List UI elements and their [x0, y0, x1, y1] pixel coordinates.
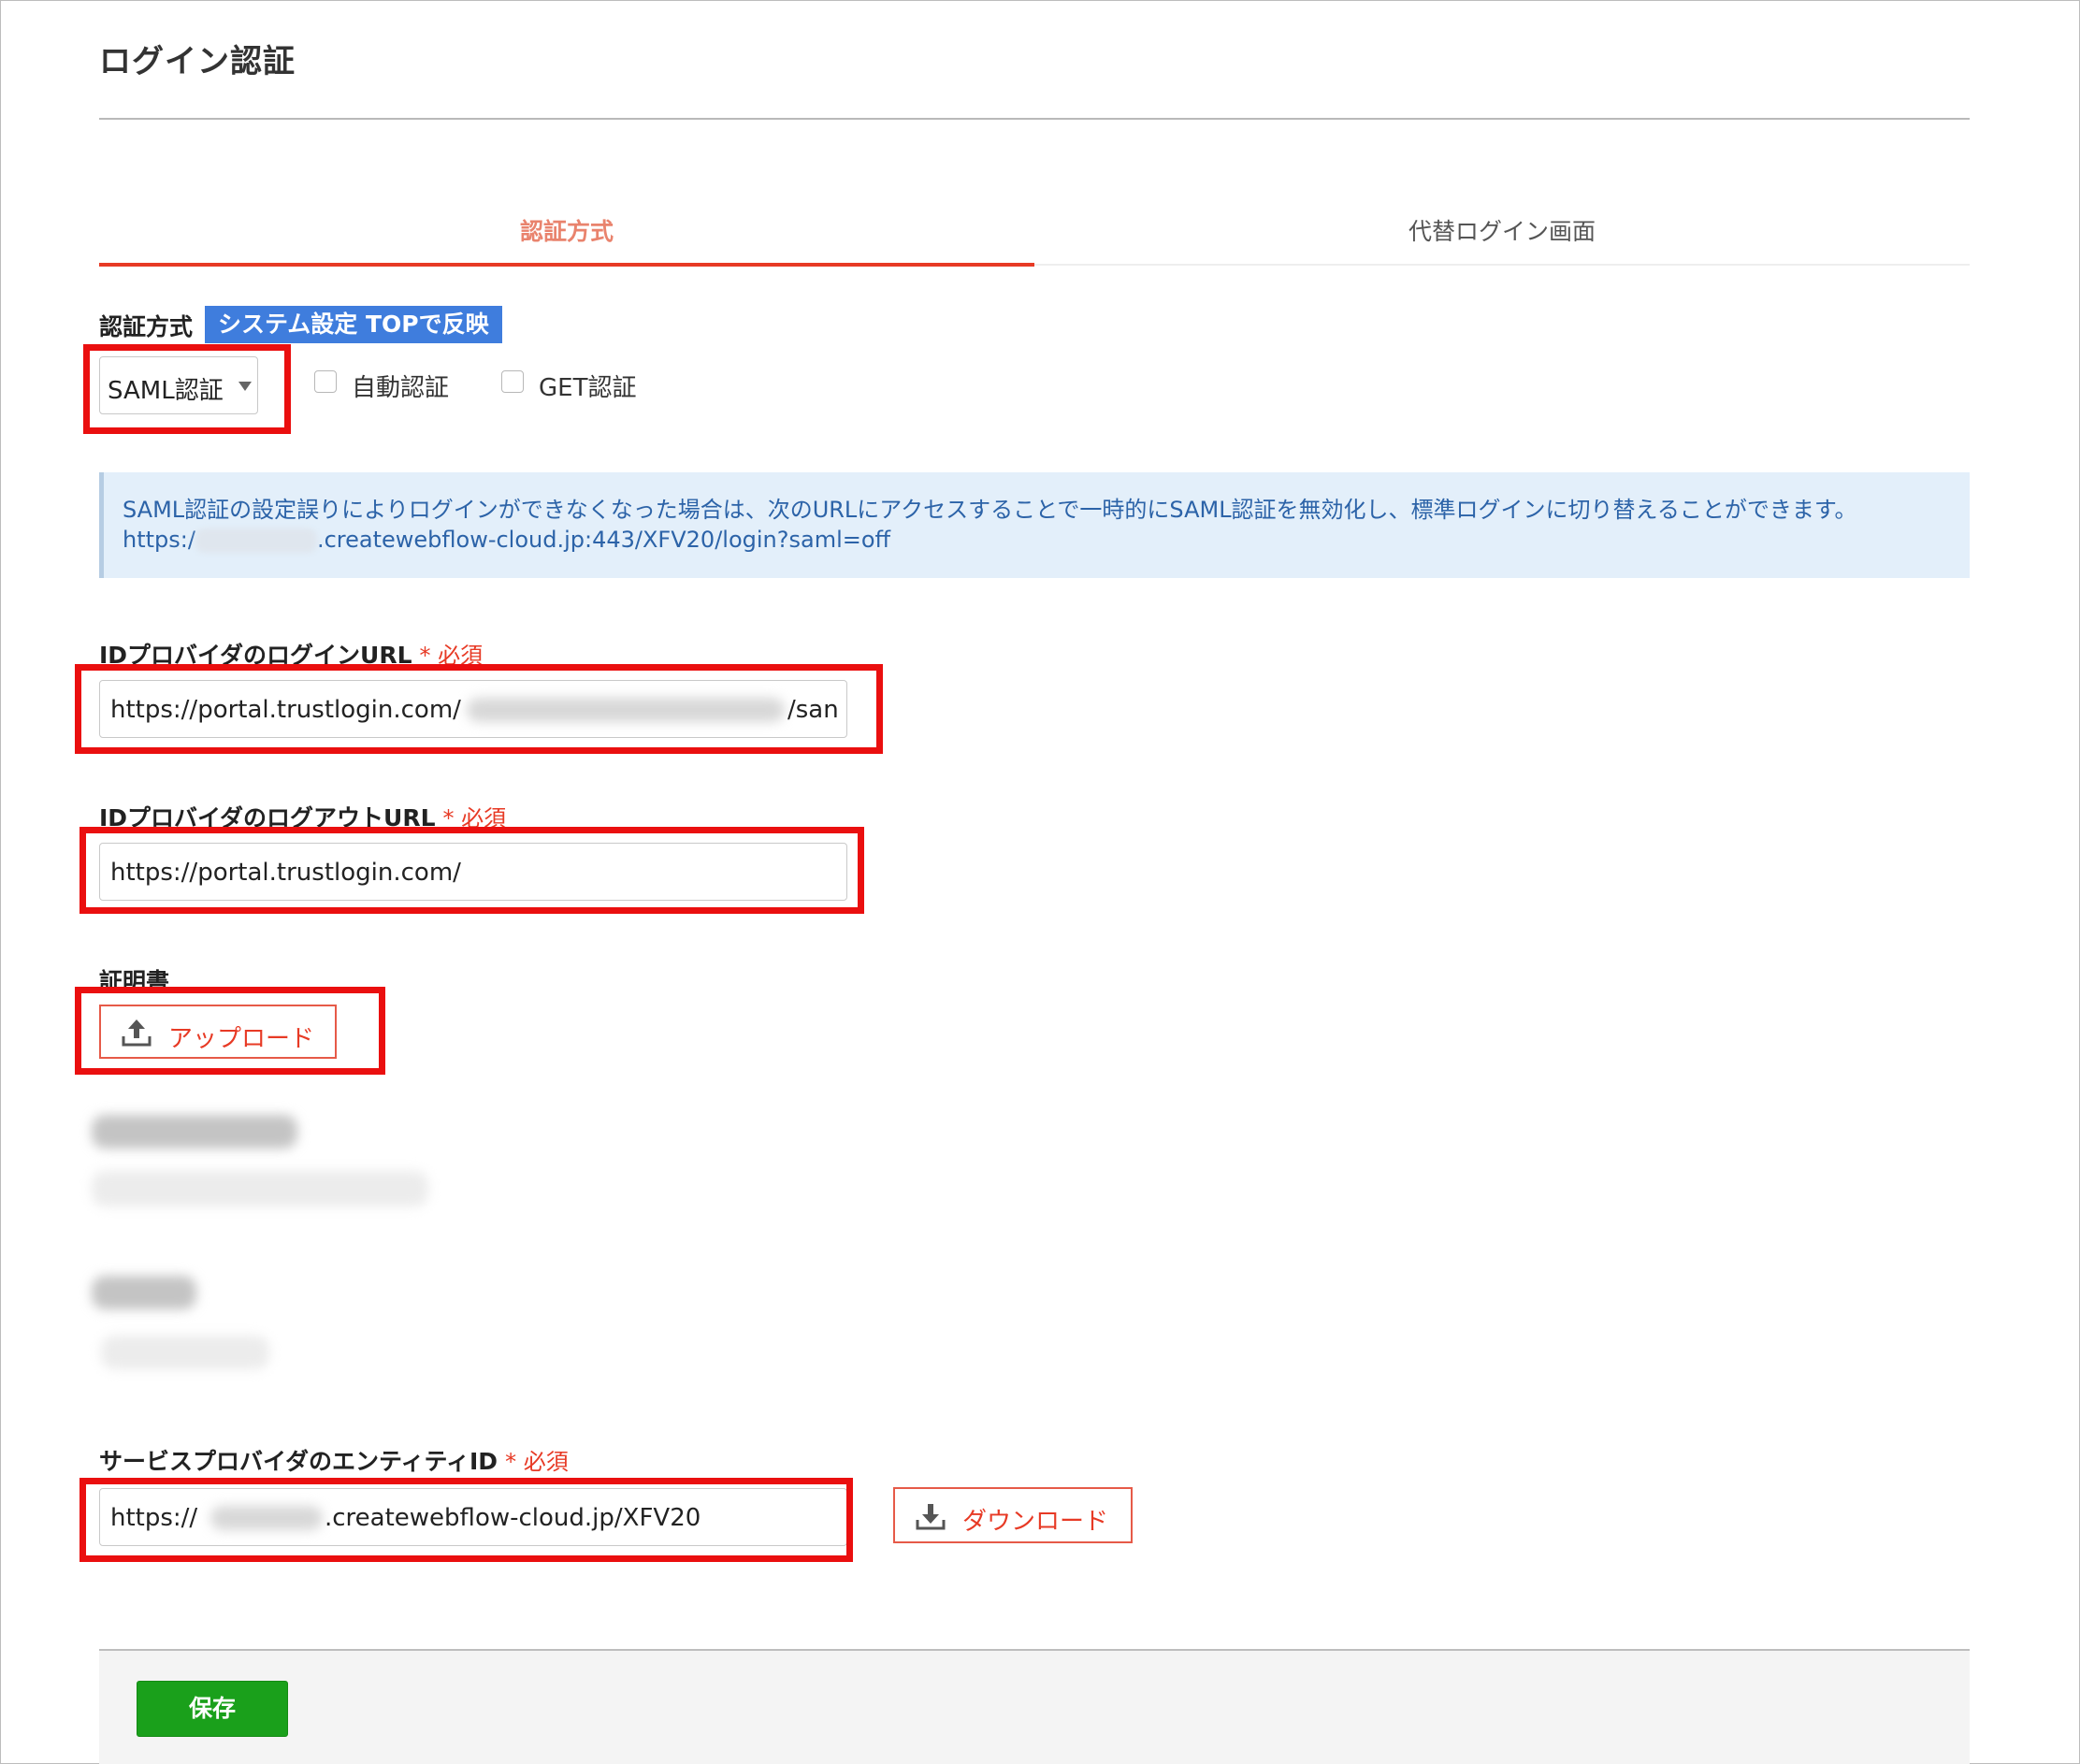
sp-entity-id-label-text: サービスプロバイダのエンティティID — [99, 1448, 498, 1475]
required-mark: * 必須 — [505, 1449, 569, 1475]
saml-notice-accent — [99, 472, 104, 578]
highlight-upload — [75, 987, 385, 1075]
footer-bar — [99, 1649, 1970, 1764]
sp-entity-id-label: サービスプロバイダのエンティティID * 必須 — [99, 1443, 569, 1477]
saml-disable-link-prefix: https:/ — [123, 527, 195, 553]
download-button[interactable]: ダウンロード — [893, 1487, 1133, 1543]
get-auth-checkbox[interactable] — [501, 370, 524, 393]
active-tab-indicator — [99, 263, 1034, 267]
saml-notice-text: SAML認証の設定誤りによりログインができなくなった場合は、次のURLにアクセス… — [123, 497, 1857, 523]
auth-method-label: 認証方式 — [99, 313, 194, 340]
title-divider — [99, 118, 1970, 120]
tab-track — [1034, 264, 1970, 266]
highlight-sp-entity — [79, 1478, 853, 1562]
saml-notice — [99, 472, 1970, 578]
reflect-badge: システム設定 TOPで反映 — [205, 306, 502, 343]
footer-divider — [99, 1649, 1970, 1651]
get-auth-label: GET認証 — [539, 374, 637, 402]
redacted-field-label — [92, 1115, 297, 1149]
redacted-field-label — [92, 1276, 196, 1309]
redacted-field-value — [92, 1171, 428, 1207]
highlight-idp-login — [75, 664, 883, 754]
download-icon — [916, 1504, 946, 1530]
highlight-idp-logout — [79, 827, 864, 914]
save-button[interactable]: 保存 — [137, 1681, 288, 1737]
tab-auth-method[interactable]: 認証方式 — [99, 213, 1034, 247]
auto-auth-checkbox[interactable] — [314, 370, 337, 393]
page-title: ログイン認証 — [99, 43, 296, 80]
redacted-field-value — [101, 1336, 269, 1369]
auto-auth-label: 自動認証 — [352, 374, 450, 402]
highlight-auth-select — [83, 344, 291, 434]
saml-disable-link-suffix: .createwebflow-cloud.jp:443/XFV20/login?… — [316, 527, 891, 553]
redacted-host — [195, 528, 317, 553]
tab-alternate-login[interactable]: 代替ログイン画面 — [1034, 213, 1970, 247]
download-button-label: ダウンロード — [962, 1508, 1109, 1536]
saml-disable-link[interactable]: https:/ .createwebflow-cloud.jp:443/XFV20… — [123, 527, 890, 553]
